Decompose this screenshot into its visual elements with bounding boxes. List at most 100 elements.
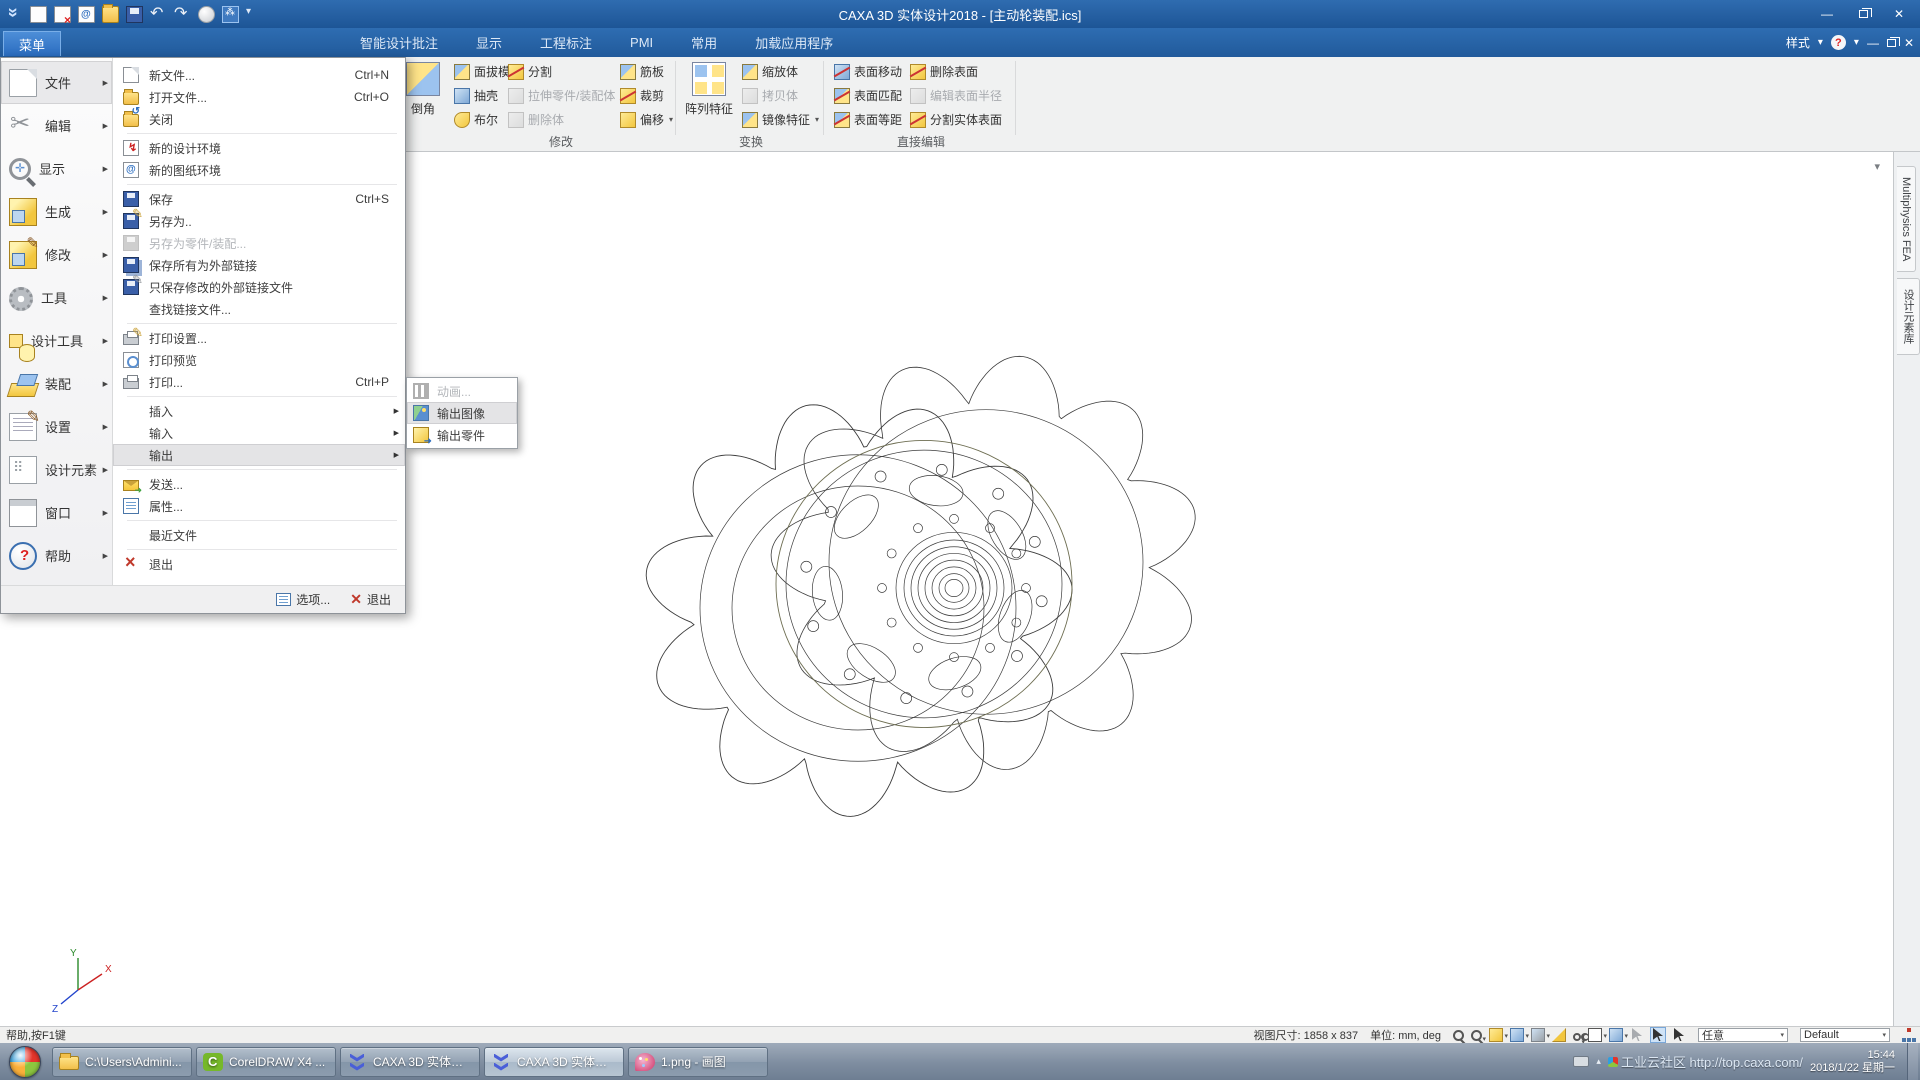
menu-item[interactable]: 退出 bbox=[113, 553, 405, 575]
help-icon[interactable]: ? bbox=[1831, 35, 1846, 50]
doc-close-button[interactable]: ✕ bbox=[1904, 36, 1914, 50]
undo-icon[interactable] bbox=[150, 6, 167, 23]
sidebar-item-设置[interactable]: 设置▶ bbox=[1, 405, 112, 448]
menu-item[interactable]: 新文件...Ctrl+N bbox=[113, 64, 405, 86]
ribbon-button[interactable]: 表面等距 bbox=[830, 108, 906, 131]
menu-item[interactable]: 只保存修改的外部链接文件 bbox=[113, 276, 405, 298]
sidebar-item-文件[interactable]: 文件▶ bbox=[1, 61, 112, 104]
tab-6[interactable]: 加载应用程序 bbox=[751, 33, 837, 52]
menu-item[interactable]: 插入▶ bbox=[113, 400, 405, 422]
ribbon-button[interactable]: 偏移▾ bbox=[616, 108, 677, 131]
redo-icon[interactable] bbox=[174, 6, 191, 23]
taskbar-button[interactable]: 1.png - 画图 bbox=[628, 1047, 768, 1077]
wedge-icon[interactable] bbox=[1552, 1028, 1566, 1042]
options-button[interactable]: 选项... bbox=[276, 591, 330, 608]
sidebar-item-窗口[interactable]: 窗口▶ bbox=[1, 491, 112, 534]
show-desktop-button[interactable] bbox=[1907, 1043, 1918, 1080]
menu-item[interactable]: 另存为.. bbox=[113, 210, 405, 232]
taskbar-button[interactable]: C:\Users\Admini... bbox=[52, 1047, 192, 1077]
menu-item[interactable]: 打印...Ctrl+P bbox=[113, 371, 405, 393]
start-button[interactable] bbox=[9, 1046, 41, 1078]
side-tab-1[interactable]: Multiphysics FEA bbox=[1897, 166, 1916, 272]
ribbon-button[interactable]: 抽壳 bbox=[450, 84, 502, 107]
side-tab-2[interactable]: 设计元素库 bbox=[1897, 278, 1920, 355]
design-tree-icon[interactable] bbox=[1902, 1028, 1916, 1042]
sidebar-item-工具[interactable]: 工具▶ bbox=[1, 276, 112, 319]
projection-icon[interactable]: ▾ bbox=[1609, 1028, 1623, 1042]
select-icon[interactable] bbox=[1672, 1028, 1686, 1042]
menu-item[interactable]: 属性... bbox=[113, 495, 405, 517]
select-active-icon[interactable] bbox=[1651, 1028, 1665, 1042]
input-method-icon[interactable] bbox=[1573, 1056, 1589, 1067]
link-doc-icon[interactable] bbox=[78, 6, 95, 23]
new-doc-icon[interactable] bbox=[30, 6, 47, 23]
ribbon-button[interactable]: 删除表面 bbox=[906, 60, 982, 83]
tab-2[interactable]: 显示 bbox=[472, 33, 506, 52]
tray-banner[interactable]: 工业云社区 http://top.caxa.com/ bbox=[1608, 1052, 1803, 1071]
sidebar-item-显示[interactable]: 显示▶ bbox=[1, 147, 112, 190]
menu-item[interactable]: 发送... bbox=[113, 473, 405, 495]
menu-item[interactable]: 打开文件...Ctrl+O bbox=[113, 86, 405, 108]
ribbon-button[interactable]: 表面移动 bbox=[830, 60, 906, 83]
taskbar-clock[interactable]: 15:44 2018/1/22 星期一 bbox=[1810, 1049, 1895, 1075]
ribbon-button[interactable]: 筋板 bbox=[616, 60, 668, 83]
tab-5[interactable]: 常用 bbox=[687, 33, 721, 52]
zoom-window-icon[interactable]: ▾ bbox=[1471, 1030, 1482, 1041]
tray-expand-icon[interactable]: ▴ bbox=[1596, 1056, 1601, 1067]
main-menu-button[interactable]: 菜单 bbox=[3, 31, 61, 56]
menu-item[interactable]: 输出▶ bbox=[113, 444, 405, 466]
sidebar-item-帮助[interactable]: 帮助▶ bbox=[1, 534, 112, 577]
taskbar-button[interactable]: CAXA 3D 实体设... bbox=[484, 1047, 624, 1077]
doc-restore-button[interactable] bbox=[1887, 39, 1896, 47]
menu-item[interactable]: 输入▶ bbox=[113, 422, 405, 444]
help-dropdown-icon[interactable]: ▾ bbox=[1854, 37, 1859, 48]
select-dim-icon[interactable] bbox=[1630, 1028, 1644, 1042]
style-button[interactable]: 样式 bbox=[1786, 34, 1810, 51]
menu-item[interactable]: 打印设置... bbox=[113, 327, 405, 349]
ribbon-button[interactable]: 表面匹配 bbox=[830, 84, 906, 107]
ribbon-button[interactable]: 布尔 bbox=[450, 108, 502, 131]
more-icon[interactable] bbox=[246, 6, 256, 23]
sidebar-item-装配[interactable]: 装配▶ bbox=[1, 362, 112, 405]
minimize-button[interactable]: — bbox=[1814, 6, 1840, 23]
close-button[interactable]: ✕ bbox=[1886, 6, 1912, 23]
sidebar-item-编辑[interactable]: 编辑▶ bbox=[1, 104, 112, 147]
taskbar-button[interactable]: CAXA 3D 实体设... bbox=[340, 1047, 480, 1077]
tab-1[interactable]: 智能设计批注 bbox=[356, 33, 442, 52]
open-folder-icon[interactable] bbox=[102, 6, 119, 23]
sidebar-item-生成[interactable]: 生成▶ bbox=[1, 190, 112, 233]
ribbon-button[interactable]: 阵列特征 bbox=[682, 59, 736, 117]
menu-item[interactable]: 新的图纸环境 bbox=[113, 159, 405, 181]
selection-filter-select[interactable]: 任意▾ bbox=[1698, 1028, 1788, 1042]
zoom-icon[interactable] bbox=[1453, 1030, 1464, 1041]
menu-item[interactable]: 保存Ctrl+S bbox=[113, 188, 405, 210]
submenu-item[interactable]: 输出图像 bbox=[407, 402, 517, 424]
viewcube-icon[interactable]: ▾ bbox=[1588, 1028, 1602, 1042]
menu-item[interactable]: 打印预览 bbox=[113, 349, 405, 371]
style-dropdown-icon[interactable]: ▾ bbox=[1818, 37, 1823, 48]
ribbon-button[interactable]: 分割实体表面 bbox=[906, 108, 1006, 131]
menu-item[interactable]: 关闭 bbox=[113, 108, 405, 130]
exit-button[interactable]: ✕ 退出 bbox=[350, 591, 391, 608]
render-style-select[interactable]: Default▾ bbox=[1800, 1028, 1890, 1042]
named-views-icon[interactable]: ▾ bbox=[1531, 1028, 1545, 1042]
ribbon-button[interactable]: 裁剪 bbox=[616, 84, 668, 107]
tab-4[interactable]: PMI bbox=[626, 35, 657, 50]
taskbar-button[interactable]: CorelDRAW X4 ... bbox=[196, 1047, 336, 1077]
menu-item[interactable]: 查找链接文件... bbox=[113, 298, 405, 320]
doc-minimize-button[interactable]: — bbox=[1867, 36, 1879, 50]
ribbon-button[interactable]: 缩放体 bbox=[738, 60, 802, 83]
submenu-item[interactable]: 输出零件 bbox=[407, 424, 517, 446]
ribbon-collapse-icon[interactable]: ▾ bbox=[1874, 160, 1880, 173]
ribbon-button[interactable]: 分割 bbox=[504, 60, 556, 83]
tab-3[interactable]: 工程标注 bbox=[536, 33, 596, 52]
save-icon[interactable] bbox=[126, 6, 143, 23]
sidebar-item-修改[interactable]: 修改▶ bbox=[1, 233, 112, 276]
new-body-icon[interactable]: ▾ bbox=[1489, 1028, 1503, 1042]
sidebar-item-设计元素[interactable]: 设计元素▶ bbox=[1, 448, 112, 491]
sidebar-item-设计工具[interactable]: 设计工具▶ bbox=[1, 319, 112, 362]
ribbon-button[interactable]: 镜像特征▾ bbox=[738, 108, 823, 131]
draft-mode-icon[interactable] bbox=[222, 6, 239, 23]
render-mode-icon[interactable]: ▾ bbox=[1510, 1028, 1524, 1042]
render-icon[interactable] bbox=[198, 6, 215, 23]
